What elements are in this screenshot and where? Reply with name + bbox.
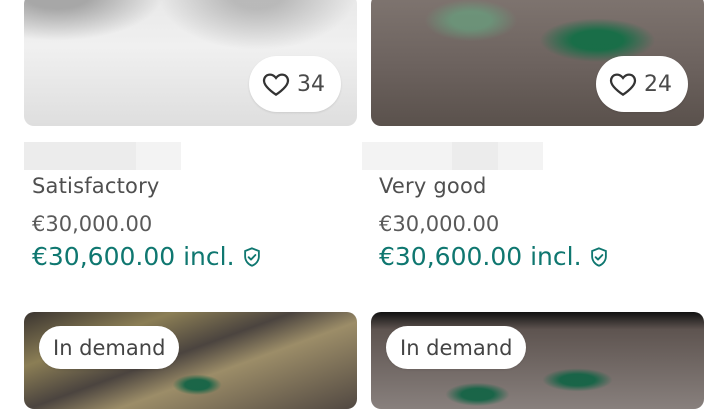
listing-card[interactable]: 34 Satisfactory €30,000.00 €30,600.00 in… <box>24 0 357 271</box>
shield-check-icon[interactable] <box>241 246 263 268</box>
item-price-incl: €30,600.00 incl. <box>371 242 704 271</box>
item-condition: Satisfactory <box>32 174 160 198</box>
item-condition: Very good <box>379 174 487 198</box>
price-incl-label: €30,600.00 incl. <box>379 242 582 271</box>
favorite-count: 24 <box>644 71 672 97</box>
item-price: €30,000.00 <box>379 212 500 236</box>
listing-card[interactable]: In demand <box>24 312 357 409</box>
shield-check-icon[interactable] <box>588 246 610 268</box>
in-demand-badge: In demand <box>386 326 527 369</box>
listing-photo[interactable]: 34 <box>24 0 357 126</box>
favorite-count: 34 <box>297 71 325 97</box>
listing-card[interactable]: 24 Very good €30,000.00 €30,600.00 incl. <box>362 0 704 271</box>
listing-photo[interactable]: In demand <box>24 312 357 409</box>
brand-placeholder <box>362 142 704 170</box>
heart-icon <box>262 73 290 96</box>
in-demand-badge: In demand <box>39 326 180 369</box>
listing-grid: 34 Satisfactory €30,000.00 €30,600.00 in… <box>0 0 727 409</box>
listing-photo[interactable]: 24 <box>371 0 704 126</box>
item-price-incl: €30,600.00 incl. <box>24 242 357 271</box>
heart-icon <box>609 73 637 96</box>
item-price: €30,000.00 <box>32 212 153 236</box>
price-incl-label: €30,600.00 incl. <box>32 242 235 271</box>
listing-photo[interactable]: In demand <box>371 312 704 409</box>
brand-placeholder <box>24 142 357 170</box>
listing-card[interactable]: In demand <box>371 312 704 409</box>
favorite-button[interactable]: 24 <box>596 56 688 112</box>
favorite-button[interactable]: 34 <box>249 56 341 112</box>
